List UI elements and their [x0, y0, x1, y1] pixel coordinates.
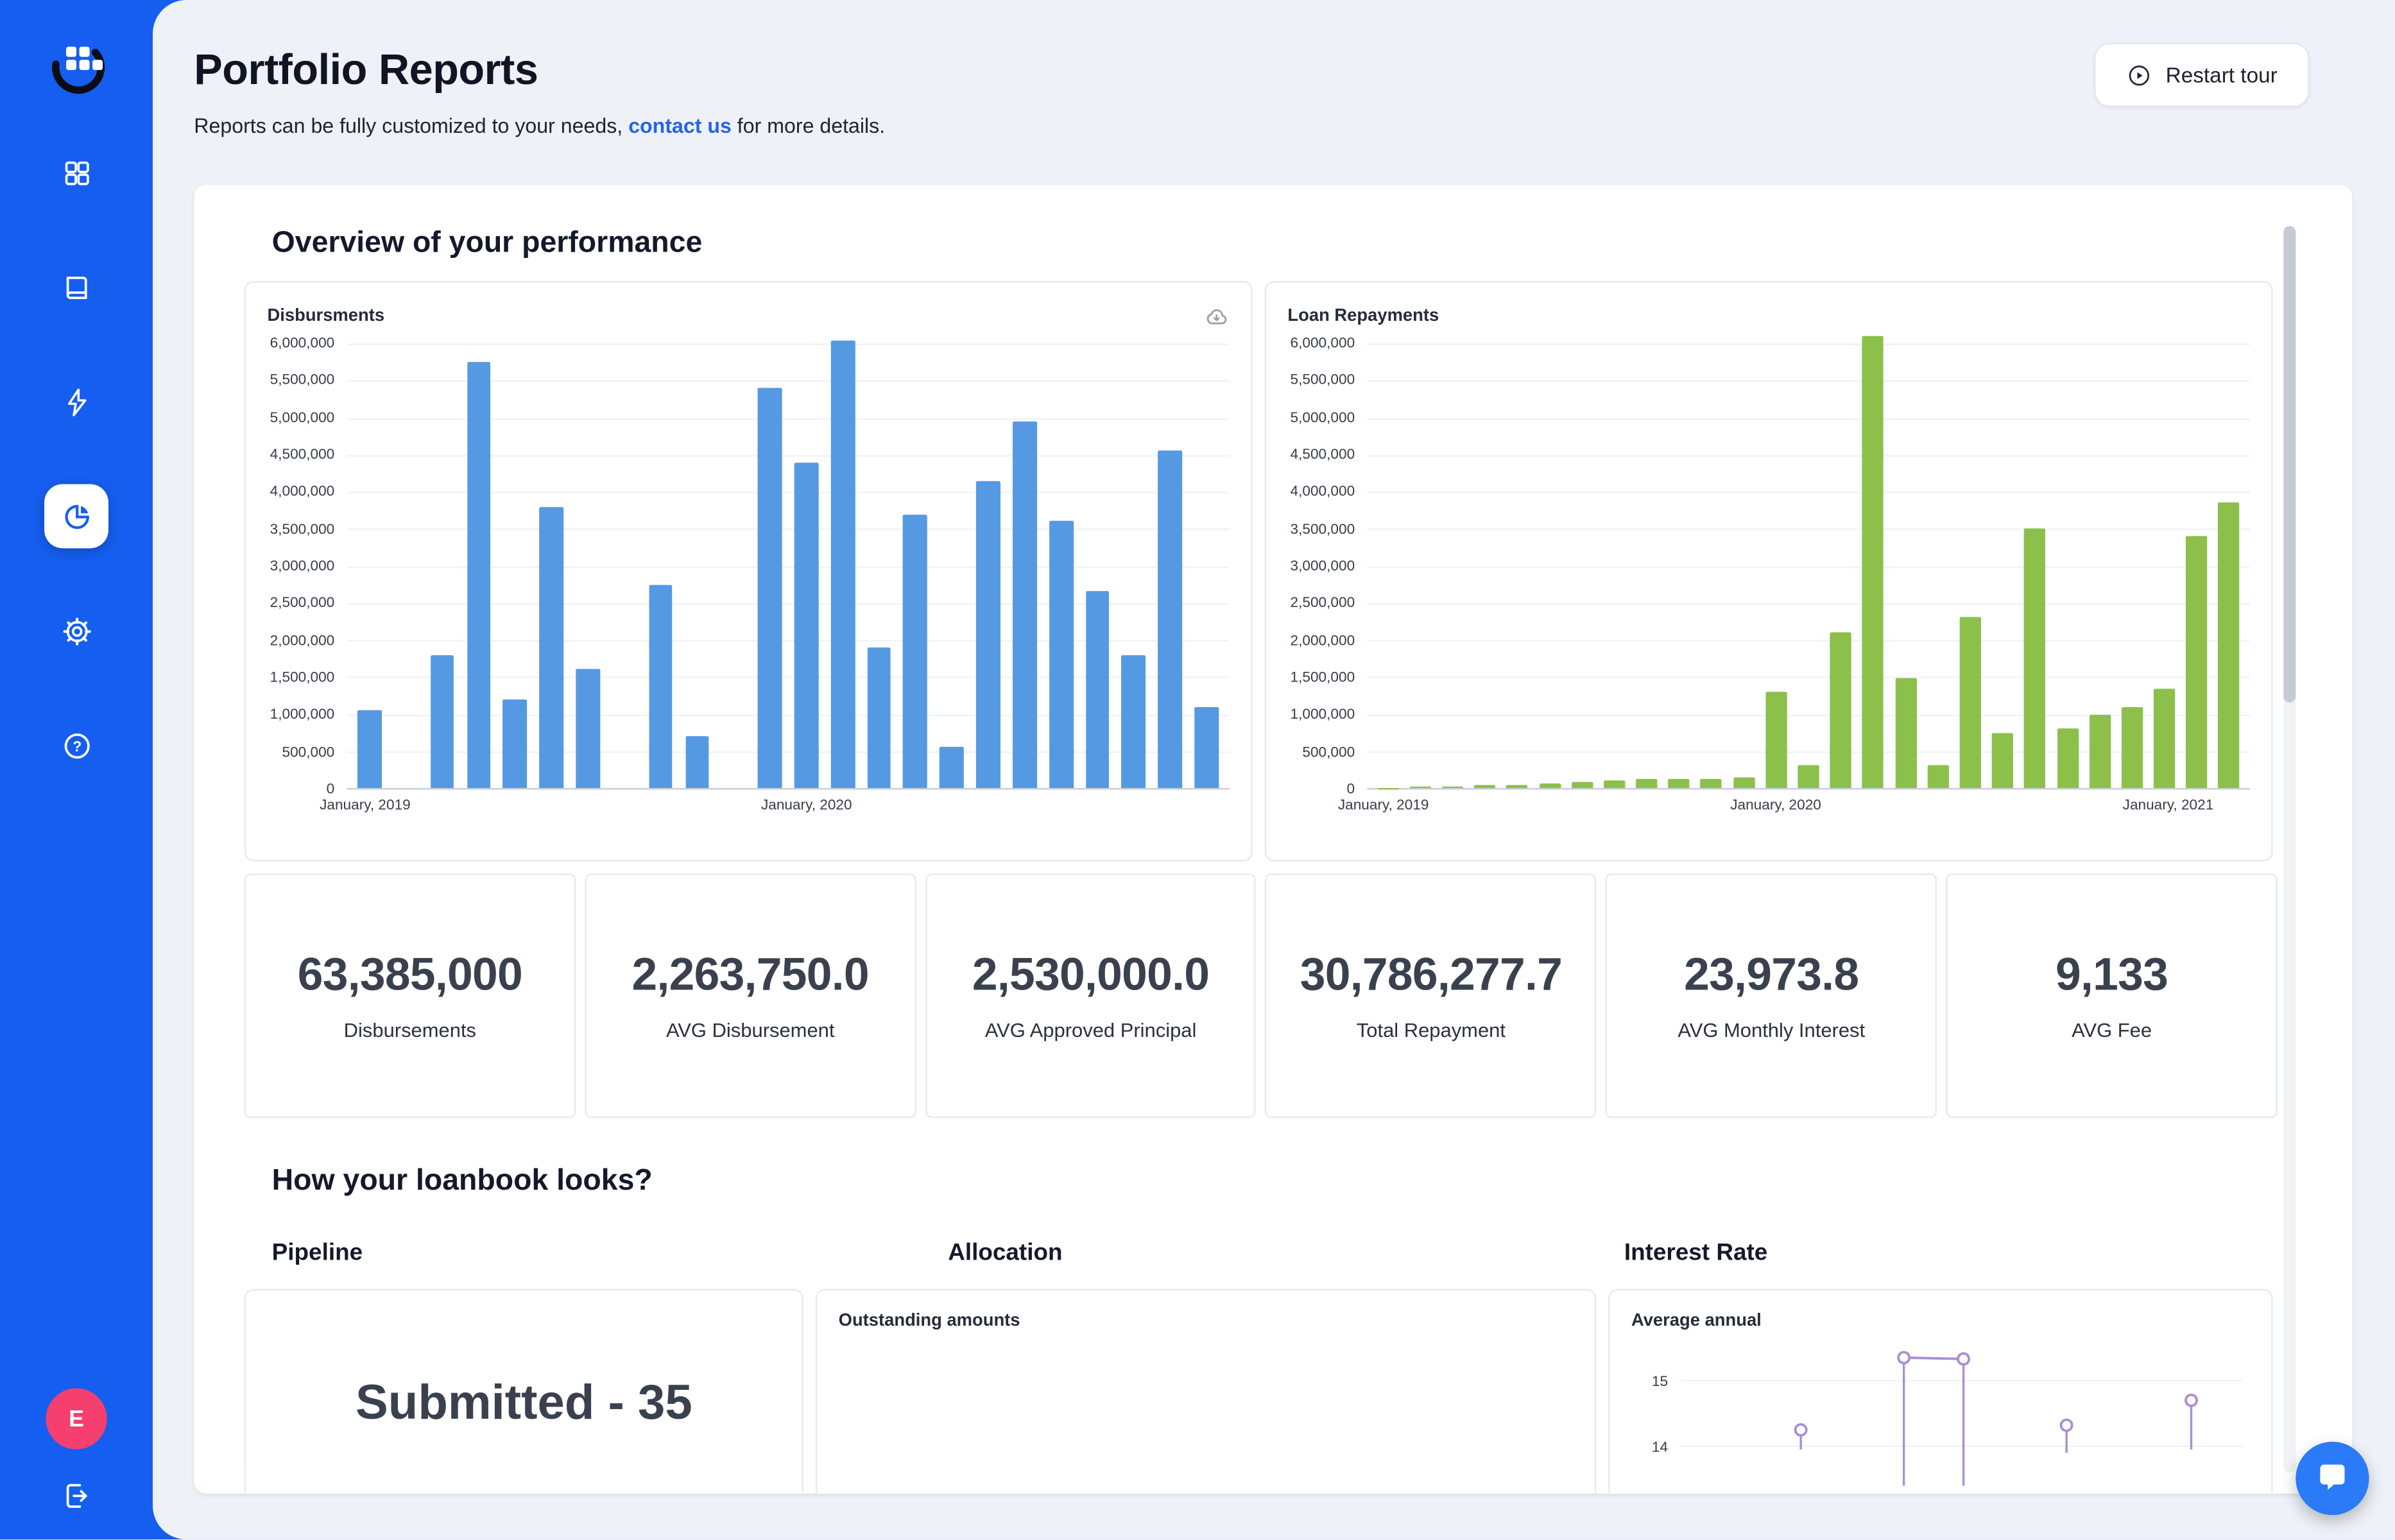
stat-card-disbursements: 63,385,000 Disbursements	[245, 873, 576, 1118]
disbursements-chart: Disbursments 0500,0001,000,0001,500,0002…	[245, 281, 1253, 861]
stat-card-avg-monthly-interest: 23,973.8 AVG Monthly Interest	[1606, 873, 1937, 1118]
allocation-subtitle: Outstanding amounts	[839, 1312, 1574, 1331]
chat-bubble-icon	[2314, 1460, 2351, 1496]
y-axis: 0500,0001,000,0001,500,0002,000,0002,500…	[1287, 344, 1367, 790]
allocation-heading: Allocation	[920, 1240, 1597, 1268]
interest-rate-card: Average annual 1514	[1608, 1289, 2272, 1494]
contact-us-link[interactable]: contact us	[628, 115, 732, 138]
page-subtitle: Reports can be fully customized to your …	[194, 115, 2395, 138]
overview-section-title: Overview of your performance	[272, 226, 2353, 261]
allocation-card: Outstanding amounts	[816, 1289, 1596, 1494]
x-axis: January, 2019January, 2020	[347, 790, 1230, 817]
sidebar-item-help[interactable]: ?	[44, 714, 108, 778]
loanbook-headings: Pipeline Allocation Interest Rate	[245, 1240, 2273, 1268]
scrollbar-thumb[interactable]	[2283, 226, 2296, 703]
sidebar-item-dashboard[interactable]	[44, 141, 108, 205]
app-logo[interactable]	[41, 31, 111, 101]
sidebar-item-reports[interactable]	[44, 484, 108, 548]
grid-icon	[60, 157, 92, 189]
logout-icon	[60, 1479, 92, 1511]
interest-rate-heading: Interest Rate	[1597, 1240, 2273, 1268]
stat-card-avg-fee: 9,133 AVG Fee	[1946, 873, 2278, 1118]
stats-row: 63,385,000 Disbursements 2,263,750.0 AVG…	[245, 873, 2278, 1118]
stat-label: AVG Monthly Interest	[1678, 1019, 1865, 1042]
chart-title: Disbursments	[268, 307, 385, 325]
reports-card: Overview of your performance Disbursment…	[194, 185, 2352, 1494]
pipeline-heading: Pipeline	[245, 1240, 921, 1268]
restart-tour-label: Restart tour	[2166, 63, 2278, 87]
chat-widget-button[interactable]	[2296, 1442, 2369, 1515]
help-icon: ?	[60, 729, 92, 761]
loan-repayments-chart: Loan Repayments 0500,0001,000,0001,500,0…	[1265, 281, 2273, 861]
stat-label: Total Repayment	[1357, 1019, 1506, 1042]
plot-area	[347, 344, 1230, 790]
stat-label: AVG Disbursement	[666, 1019, 835, 1042]
scrollbar-track[interactable]	[2283, 226, 2296, 1472]
pipeline-value: Submitted - 35	[356, 1374, 692, 1494]
stat-label: Disbursements	[344, 1019, 476, 1042]
stat-value: 9,133	[2056, 950, 2168, 1002]
svg-text:14: 14	[1652, 1439, 1668, 1455]
book-icon	[60, 271, 92, 303]
lightning-icon	[60, 386, 92, 418]
subtitle-text: Reports can be fully customized to your …	[194, 115, 628, 138]
stat-value: 2,530,000.0	[972, 950, 1209, 1002]
stat-value: 63,385,000	[298, 950, 522, 1002]
sidebar-bottom: E	[44, 1389, 108, 1521]
stat-card-total-repayment: 30,786,277.7 Total Repayment	[1266, 873, 1597, 1118]
pipeline-card: Submitted - 35	[245, 1289, 803, 1494]
app-window: ? E Portfolio Reports Reports can b	[0, 0, 2395, 1539]
sidebar: ? E	[0, 0, 153, 1539]
interest-rate-mini-chart: 1514	[1631, 1351, 2250, 1493]
cloud-download-icon[interactable]	[1204, 303, 1230, 329]
sidebar-item-actions[interactable]	[44, 370, 108, 434]
svg-text:15: 15	[1652, 1373, 1668, 1389]
svg-text:?: ?	[72, 737, 81, 754]
loanbook-section-title: How your loanbook looks?	[272, 1164, 2353, 1199]
subtitle-text: for more details.	[732, 115, 885, 138]
logout-button[interactable]	[44, 1469, 108, 1521]
play-circle-icon	[2126, 62, 2152, 87]
page-title: Portfolio Reports	[194, 46, 2395, 94]
loanbook-row: Submitted - 35 Outstanding amounts Avera…	[245, 1289, 2273, 1494]
stat-card-avg-disbursement: 2,263,750.0 AVG Disbursement	[585, 873, 916, 1118]
page-header: Portfolio Reports Reports can be fully c…	[153, 0, 2395, 137]
pie-chart-icon	[60, 500, 92, 532]
sidebar-item-loanbook[interactable]	[44, 255, 108, 319]
stat-label: AVG Approved Principal	[985, 1019, 1197, 1042]
stat-value: 30,786,277.7	[1300, 950, 1562, 1002]
user-avatar[interactable]: E	[46, 1389, 107, 1450]
gear-icon	[60, 615, 92, 647]
x-axis: January, 2019January, 2020January, 2021	[1367, 790, 2250, 817]
stat-card-avg-approved-principal: 2,530,000.0 AVG Approved Principal	[925, 873, 1257, 1118]
charts-row: Disbursments 0500,0001,000,0001,500,0002…	[245, 281, 2273, 861]
chart-title: Loan Repayments	[1287, 307, 1439, 325]
stat-value: 23,973.8	[1684, 950, 1858, 1002]
restart-tour-button[interactable]: Restart tour	[2094, 43, 2310, 107]
stat-label: AVG Fee	[2072, 1019, 2152, 1042]
stat-value: 2,263,750.0	[632, 950, 869, 1002]
sidebar-item-settings[interactable]	[44, 599, 108, 663]
sidebar-nav: ?	[44, 141, 108, 778]
main-content: Portfolio Reports Reports can be fully c…	[153, 0, 2395, 1539]
y-axis: 0500,0001,000,0001,500,0002,000,0002,500…	[268, 344, 347, 790]
interest-rate-subtitle: Average annual	[1631, 1312, 2250, 1331]
plot-area	[1367, 344, 2250, 790]
